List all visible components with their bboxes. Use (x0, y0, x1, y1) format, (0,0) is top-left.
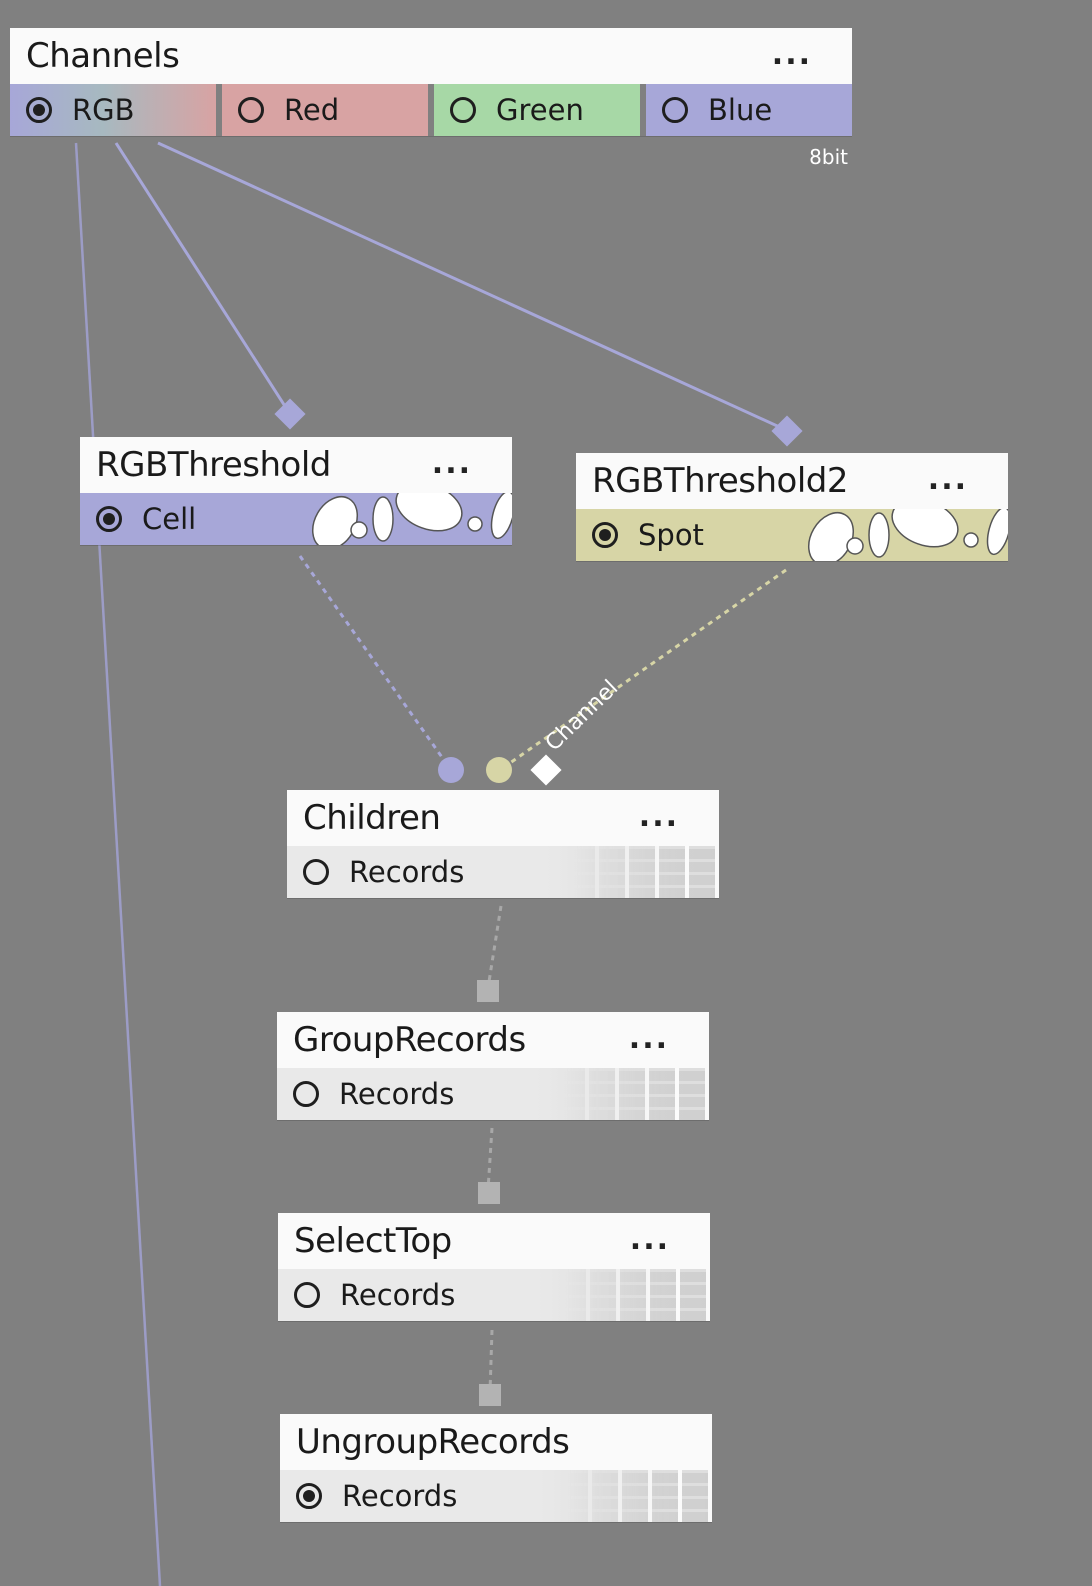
channels-port-blue[interactable]: Blue (646, 84, 852, 136)
bit-depth-badge: 8bit (809, 145, 848, 169)
link-grouprecords-to-selecttop (486, 1127, 494, 1191)
ungrouprecords-node-title: UngroupRecords (296, 1422, 570, 1462)
rgbthreshold2-port-row: Spot (576, 509, 1008, 561)
grouprecords-port-records[interactable]: Records (277, 1068, 709, 1120)
rgbthreshold2-node[interactable]: RGBThreshold2 ... Spot (576, 453, 1008, 561)
spot-mask-thumbnail (807, 509, 1008, 561)
radio-grouprecords-records[interactable] (293, 1081, 319, 1107)
rgbthreshold-node[interactable]: RGBThreshold ... Cell (80, 437, 512, 545)
link-cell-to-children (298, 555, 453, 771)
children-menu-button[interactable]: ... (639, 802, 679, 832)
children-cell-input-connector[interactable] (438, 757, 464, 783)
link-children-to-grouprecords (486, 905, 503, 989)
channels-port-rgb[interactable]: RGB (10, 84, 216, 136)
grouprecords-port-row: Records (277, 1068, 709, 1120)
records-table-thumbnail (560, 1269, 710, 1321)
rgbthreshold-input-connector[interactable] (274, 398, 306, 430)
selecttop-node-title: SelectTop (294, 1221, 452, 1261)
radio-rgb[interactable] (26, 97, 52, 123)
selecttop-node[interactable]: SelectTop ... Records (278, 1213, 710, 1321)
link-rgb-offscreen (74, 142, 162, 1586)
channels-port-red-label: Red (284, 93, 340, 127)
channels-port-red[interactable]: Red (222, 84, 428, 136)
records-table-thumbnail (569, 846, 719, 898)
selecttop-input-connector[interactable] (478, 1182, 500, 1204)
radio-green[interactable] (450, 97, 476, 123)
rgbthreshold-port-cell-label: Cell (142, 502, 197, 536)
channels-node-header[interactable]: Channels ... (10, 28, 852, 84)
selecttop-menu-button[interactable]: ... (630, 1225, 670, 1255)
children-port-row: Records (287, 846, 719, 898)
ungrouprecords-node[interactable]: UngroupRecords Records (280, 1414, 712, 1522)
link-spot-to-children (499, 568, 787, 772)
grouprecords-node-title: GroupRecords (293, 1020, 526, 1060)
radio-cell[interactable] (96, 506, 122, 532)
link-rgb-to-rgbthreshold (114, 142, 292, 415)
grouprecords-node-header[interactable]: GroupRecords ... (277, 1012, 709, 1068)
children-spot-input-connector[interactable] (486, 757, 512, 783)
ungrouprecords-port-records[interactable]: Records (280, 1470, 712, 1522)
selecttop-node-header[interactable]: SelectTop ... (278, 1213, 710, 1269)
rgbthreshold-port-cell[interactable]: Cell (80, 493, 512, 545)
children-node-title: Children (303, 798, 441, 838)
channels-port-row: RGB Red Green Blue (10, 84, 852, 136)
channels-port-green-label: Green (496, 93, 584, 127)
records-table-thumbnail (559, 1068, 709, 1120)
channels-port-blue-label: Blue (708, 93, 773, 127)
channels-port-rgb-label: RGB (72, 93, 135, 127)
selecttop-port-records-label: Records (340, 1278, 456, 1312)
rgbthreshold-menu-button[interactable]: ... (432, 449, 472, 479)
selecttop-port-row: Records (278, 1269, 710, 1321)
rgbthreshold-node-header[interactable]: RGBThreshold ... (80, 437, 512, 493)
radio-children-records[interactable] (303, 859, 329, 885)
grouprecords-menu-button[interactable]: ... (629, 1024, 669, 1054)
selecttop-port-records[interactable]: Records (278, 1269, 710, 1321)
rgbthreshold2-port-spot-label: Spot (638, 518, 704, 552)
children-channel-input-connector[interactable] (530, 754, 562, 786)
rgbthreshold2-port-spot[interactable]: Spot (576, 509, 1008, 561)
records-table-thumbnail (562, 1470, 712, 1522)
radio-selecttop-records[interactable] (294, 1282, 320, 1308)
radio-ungrouprecords-records[interactable] (296, 1483, 322, 1509)
children-node[interactable]: Children ... Records (287, 790, 719, 898)
grouprecords-node[interactable]: GroupRecords ... Records (277, 1012, 709, 1120)
rgbthreshold2-node-title: RGBThreshold2 (592, 461, 849, 501)
rgbthreshold-node-title: RGBThreshold (96, 445, 331, 485)
channels-node-title: Channels (26, 36, 180, 76)
link-selecttop-to-ungroup (488, 1329, 494, 1393)
radio-spot[interactable] (592, 522, 618, 548)
link-rgb-to-rgbthreshold2 (157, 141, 787, 432)
ungroup-input-connector[interactable] (479, 1384, 501, 1406)
grouprecords-input-connector[interactable] (477, 980, 499, 1002)
children-channel-input-label: Channel (541, 676, 623, 757)
rgbthreshold-port-row: Cell (80, 493, 512, 545)
rgbthreshold2-node-header[interactable]: RGBThreshold2 ... (576, 453, 1008, 509)
channels-menu-button[interactable]: ... (772, 40, 812, 70)
children-node-header[interactable]: Children ... (287, 790, 719, 846)
cell-mask-thumbnail (311, 493, 512, 545)
ungrouprecords-node-header[interactable]: UngroupRecords (280, 1414, 712, 1470)
grouprecords-port-records-label: Records (339, 1077, 455, 1111)
channels-port-green[interactable]: Green (434, 84, 640, 136)
channels-node[interactable]: Channels ... RGB Red Green Blue 8bit (10, 28, 852, 169)
rgbthreshold2-input-connector[interactable] (771, 415, 803, 447)
radio-red[interactable] (238, 97, 264, 123)
radio-blue[interactable] (662, 97, 688, 123)
ungrouprecords-port-row: Records (280, 1470, 712, 1522)
ungrouprecords-port-records-label: Records (342, 1479, 458, 1513)
children-port-records-label: Records (349, 855, 465, 889)
children-port-records[interactable]: Records (287, 846, 719, 898)
rgbthreshold2-menu-button[interactable]: ... (928, 465, 968, 495)
